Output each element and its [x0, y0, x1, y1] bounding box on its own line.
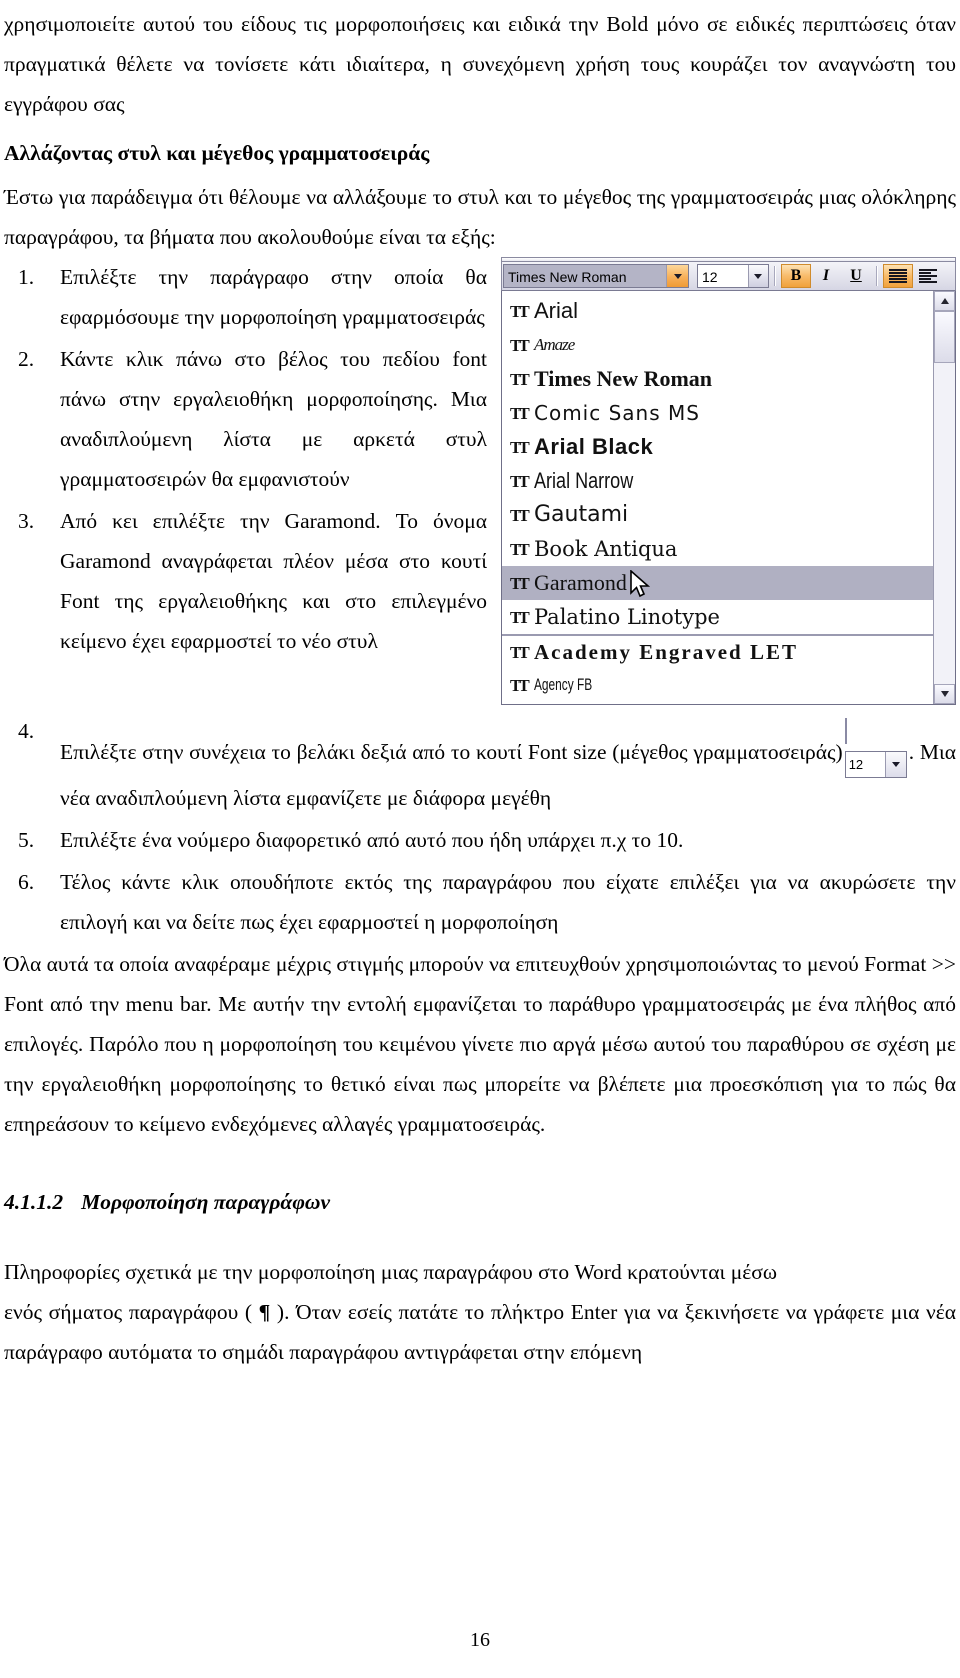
list-item-number: 2.	[18, 347, 35, 371]
list-item: 2. Κάντε κλικ πάνω στο βέλος του πεδίου …	[4, 339, 956, 499]
section-heading: 4.1.1.2 Μορφοποίηση παραγράφων	[4, 1182, 956, 1222]
final-paragraph-a: Πληροφορίες σχετικά με την μορφοποίηση μ…	[4, 1260, 778, 1284]
section-number: 4.1.1.2	[4, 1190, 64, 1214]
font-list-item-label: Agency FB	[534, 675, 593, 694]
list-item-text: Κάντε κλικ πάνω στο βέλος του πεδίου fon…	[60, 347, 487, 491]
inline-spinner-top-bar	[844, 718, 847, 744]
list-item-number: 5.	[18, 828, 35, 852]
inline-font-size-spinner[interactable]: 12	[844, 711, 907, 778]
format-menu-paragraph: Όλα αυτά τα οποία αναφέραμε μέχρις στιγμ…	[4, 952, 956, 1136]
list-item-text: Επιλέξτε ένα νούμερο διαφορετικό από αυτ…	[60, 828, 684, 852]
intro-paragraph: χρησιμοποιείτε αυτού του είδους τις μορφ…	[4, 12, 956, 116]
scroll-down-arrow-icon	[940, 691, 949, 697]
list-item-text: Επιλέξτε την παράγραφο στην οποία θα εφα…	[60, 265, 487, 329]
list-item-number: 4.	[18, 719, 35, 743]
list-item-text: Τέλος κάντε κλικ οπουδήποτε εκτός της πα…	[60, 870, 956, 934]
list-item-text: Επιλέξτε στην συνέχεια το βελάκι δεξιά α…	[60, 740, 843, 764]
list-item: 6. Τέλος κάντε κλικ οπουδήποτε εκτός της…	[4, 862, 956, 942]
page-number: 16	[470, 1629, 490, 1651]
inline-font-size-value[interactable]: 12	[846, 752, 885, 777]
steps-intro-paragraph: Έστω για παράδειγμα ότι θέλουμε να αλλάξ…	[4, 185, 956, 249]
list-item: 1. Επιλέξτε την παράγραφο στην οποία θα …	[4, 257, 956, 337]
font-list-item[interactable]: TT Agency FB	[502, 668, 933, 702]
scrollbar-down-button[interactable]	[934, 684, 955, 704]
pilcrow-icon: ¶	[258, 1300, 271, 1324]
document-page: χρησιμοποιείτε αυτού του είδους τις μορφ…	[0, 0, 960, 1678]
list-item: 4. Επιλέξτε στην συνέχεια το βελάκι δεξι…	[4, 711, 956, 818]
list-item-number: 3.	[18, 509, 35, 533]
page-content: χρησιμοποιείτε αυτού του είδους τις μορφ…	[4, 4, 956, 1372]
truetype-icon: TT	[510, 675, 530, 695]
steps-list-continued: 4. Επιλέξτε στην συνέχεια το βελάκι δεξι…	[4, 711, 956, 942]
list-item: 3. Από κει επιλέξτε την Garamond. Το όνο…	[4, 501, 956, 661]
subsection-heading-font-style: Αλλάζοντας στυλ και μέγεθος γραμματοσειρ…	[4, 141, 430, 165]
final-paragraph-b-before: ενός σήματος παραγράφου (	[4, 1300, 259, 1324]
steps-list: 1. Επιλέξτε την παράγραφο στην οποία θα …	[4, 257, 956, 661]
list-item: 5. Επιλέξτε ένα νούμερο διαφορετικό από …	[4, 820, 956, 860]
chevron-down-icon	[891, 762, 900, 767]
list-item-number: 6.	[18, 870, 35, 894]
list-item-text: Από κει επιλέξτε την Garamond. Το όνομα …	[60, 509, 487, 653]
section-title: Μορφοποίηση παραγράφων	[81, 1190, 330, 1214]
list-item-number: 1.	[18, 265, 35, 289]
inline-font-size-dropdown-arrow[interactable]	[884, 752, 906, 777]
final-paragraph-b: ενός σήματος παραγράφου ( ¶ ). Όταν εσεί…	[4, 1292, 956, 1372]
